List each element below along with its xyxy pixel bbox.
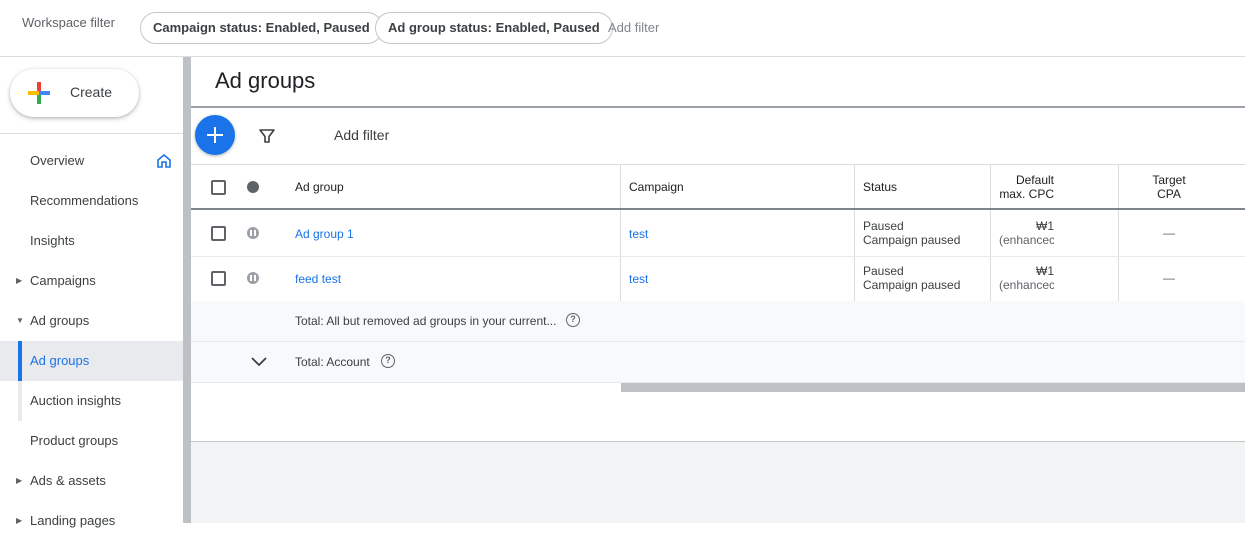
help-icon[interactable]: ? (381, 354, 395, 368)
table-header: Ad group Campaign Status Default max. CP… (191, 165, 1245, 210)
target-cpa-value: — (1163, 226, 1175, 240)
main-content: Ad groups Add filter Ad group Campaign S… (191, 57, 1245, 523)
paused-status-icon[interactable] (247, 227, 259, 239)
help-icon[interactable]: ? (566, 313, 580, 327)
sidebar-item-product-groups[interactable]: Product groups (0, 421, 183, 461)
total-removed-label: Total: All but removed ad groups in your… (295, 314, 557, 328)
ad-group-link[interactable]: Ad group 1 (295, 227, 354, 241)
status-text: Paused (863, 264, 904, 278)
sidebar-item-label: Recommendations (30, 193, 139, 208)
sidebar-item-label: Auction insights (30, 393, 122, 408)
target-cpa-value: — (1163, 271, 1175, 285)
workspace-filter-label: Workspace filter (22, 15, 115, 30)
sidebar-item-ad-groups-section[interactable]: ▼ Ad groups (0, 301, 183, 341)
table-row: feed test test Paused Campaign paused ₩1… (191, 257, 1245, 302)
sidebar-item-recommendations[interactable]: Recommendations (0, 181, 183, 221)
sidebar-item-label: Ad groups (30, 313, 90, 328)
sidebar-item-auction-insights[interactable]: Auction insights (0, 381, 183, 421)
table-horizontal-scrollbar[interactable] (621, 383, 1245, 392)
caret-down-icon: ▼ (16, 316, 24, 325)
sidebar-item-label: Campaigns (30, 273, 96, 288)
sidebar-scrollbar[interactable] (183, 57, 191, 523)
sidebar-item-landing-pages[interactable]: ▶ Landing pages (0, 501, 183, 541)
column-header-default-cpc-line2[interactable]: max. CPC (991, 187, 1054, 201)
column-header-campaign[interactable]: Campaign (629, 180, 684, 194)
add-filter-button[interactable]: Add filter (334, 127, 389, 143)
total-removed-row: Total: All but removed ad groups in your… (191, 301, 1245, 342)
add-ad-group-button[interactable] (195, 115, 235, 155)
default-cpc-note: (enhancec (999, 233, 1054, 247)
paused-status-icon[interactable] (247, 272, 259, 284)
sidebar-item-label: Overview (30, 153, 85, 168)
column-header-status[interactable]: Status (863, 180, 897, 194)
status-subtext: Campaign paused (863, 278, 961, 292)
plus-icon (207, 127, 223, 143)
ad-group-status-chip[interactable]: Ad group status: Enabled, Paused (375, 12, 613, 44)
default-cpc-note: (enhancec (999, 278, 1054, 292)
home-icon (157, 154, 171, 168)
plus-icon (28, 82, 50, 104)
title-divider (191, 106, 1245, 108)
sidebar-item-ad-groups[interactable]: Ad groups (0, 341, 183, 381)
caret-right-icon: ▶ (16, 276, 23, 285)
sidebar-item-label: Ads & assets (30, 473, 106, 488)
column-header-target-cpa-line2[interactable]: CPA (1119, 187, 1219, 201)
workspace-filter-bar: Workspace filter Campaign status: Enable… (0, 0, 1245, 57)
status-subtext: Campaign paused (863, 233, 961, 247)
default-cpc-value[interactable]: ₩1 (991, 264, 1054, 278)
sidebar-item-label: Product groups (30, 433, 119, 448)
create-button[interactable]: Create (10, 69, 139, 117)
default-cpc-value[interactable]: ₩1 (991, 219, 1054, 233)
sidebar-item-campaigns[interactable]: ▶ Campaigns (0, 261, 183, 301)
table-row: Ad group 1 test Paused Campaign paused ₩… (191, 212, 1245, 257)
sidebar-item-ads-assets[interactable]: ▶ Ads & assets (0, 461, 183, 501)
filter-icon[interactable] (258, 127, 276, 145)
sidebar-item-overview[interactable]: Overview (0, 141, 183, 181)
column-header-default-cpc-line1[interactable]: Default (991, 173, 1054, 187)
total-account-row: Total: Account ? (191, 342, 1245, 383)
row-checkbox[interactable] (211, 226, 226, 241)
select-all-checkbox[interactable] (211, 180, 226, 195)
sidebar-item-label: Ad groups (30, 353, 90, 368)
active-indicator (18, 341, 22, 381)
campaign-link[interactable]: test (629, 227, 648, 241)
sidebar-item-insights[interactable]: Insights (0, 221, 183, 261)
chevron-down-icon[interactable] (251, 356, 267, 368)
row-checkbox[interactable] (211, 271, 226, 286)
column-header-ad-group[interactable]: Ad group (295, 180, 344, 194)
ad-groups-panel: Ad groups Add filter Ad group Campaign S… (191, 57, 1245, 442)
sidebar-item-label: Insights (30, 233, 75, 248)
ad-group-link[interactable]: feed test (295, 272, 341, 286)
status-dot-icon[interactable] (247, 181, 259, 193)
column-header-target-cpa-line1[interactable]: Target (1119, 173, 1219, 187)
caret-right-icon: ▶ (16, 476, 23, 485)
sidebar-divider (0, 133, 183, 134)
sidebar-nav: Create Overview Recommendations Insights… (0, 57, 183, 528)
campaign-status-chip[interactable]: Campaign status: Enabled, Paused (140, 12, 383, 44)
caret-right-icon: ▶ (16, 516, 23, 525)
status-text: Paused (863, 219, 904, 233)
page-title: Ad groups (215, 68, 316, 93)
total-account-label: Total: Account (295, 355, 370, 369)
campaign-link[interactable]: test (629, 272, 648, 286)
create-label: Create (70, 84, 113, 100)
sidebar-item-label: Landing pages (30, 513, 116, 528)
workspace-add-filter[interactable]: Add filter (608, 20, 659, 35)
